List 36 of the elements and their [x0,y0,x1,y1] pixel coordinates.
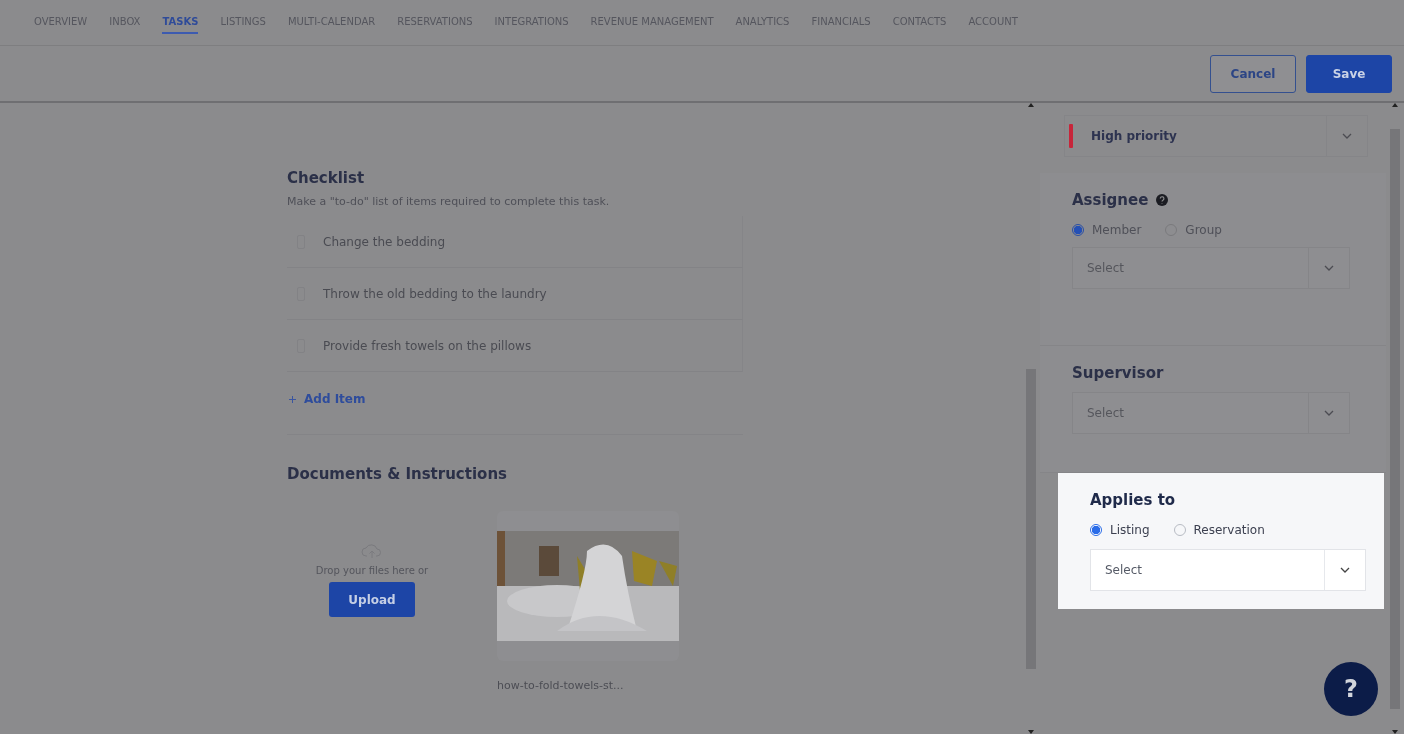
help-button[interactable]: ? [1324,662,1378,716]
section-description: Make a "to-do" list of items required to complete this task. [287,195,611,208]
chevron-down-icon [1324,410,1334,416]
priority-marker [1069,124,1073,148]
cancel-button[interactable]: Cancel [1210,54,1296,93]
section-title: Documents & Instructions [287,465,508,483]
section-title: Supervisor [1072,364,1164,382]
select-dropdown[interactable]: Select [1072,247,1350,289]
checklist-item[interactable]: Throw the old bedding to the laundry [287,268,743,320]
nav-tab[interactable]: TASKS [162,10,199,34]
section-title: Assignee [1072,191,1149,209]
chevron-down-icon [1324,265,1334,271]
add-item-link[interactable]: Add Item [287,392,743,406]
scroll-up-icon[interactable] [1392,103,1398,107]
section-title: Applies to [1090,491,1176,509]
upload-button[interactable]: Upload [329,582,415,617]
section-title: Checklist [287,169,366,187]
select-dropdown[interactable]: Select [1072,392,1350,434]
scroll-up-icon[interactable] [1028,103,1034,107]
file-name: how-to-fold-towels-st... [497,679,625,692]
radio-option[interactable]: Reservation [1173,523,1265,537]
chevron-down-icon [1342,133,1352,139]
select-dropdown[interactable]: Select [1090,549,1366,591]
scroll-down-icon[interactable] [1392,730,1398,734]
help-icon[interactable] [1156,194,1169,206]
chevron-down-icon [1340,567,1350,573]
save-button[interactable]: Save [1306,54,1392,93]
file-thumbnail[interactable] [497,511,679,661]
radio-option[interactable]: Group [1165,223,1222,237]
checklist-item[interactable]: Change the bedding [287,216,743,268]
priority-select[interactable]: High priority [1064,115,1368,157]
plus-icon [289,395,296,403]
radio-option[interactable]: Member [1072,223,1142,237]
checklist-item[interactable]: Provide fresh towels on the pillows [287,320,743,372]
radio-option[interactable]: Listing [1090,523,1150,537]
scroll-down-icon[interactable] [1028,730,1034,734]
